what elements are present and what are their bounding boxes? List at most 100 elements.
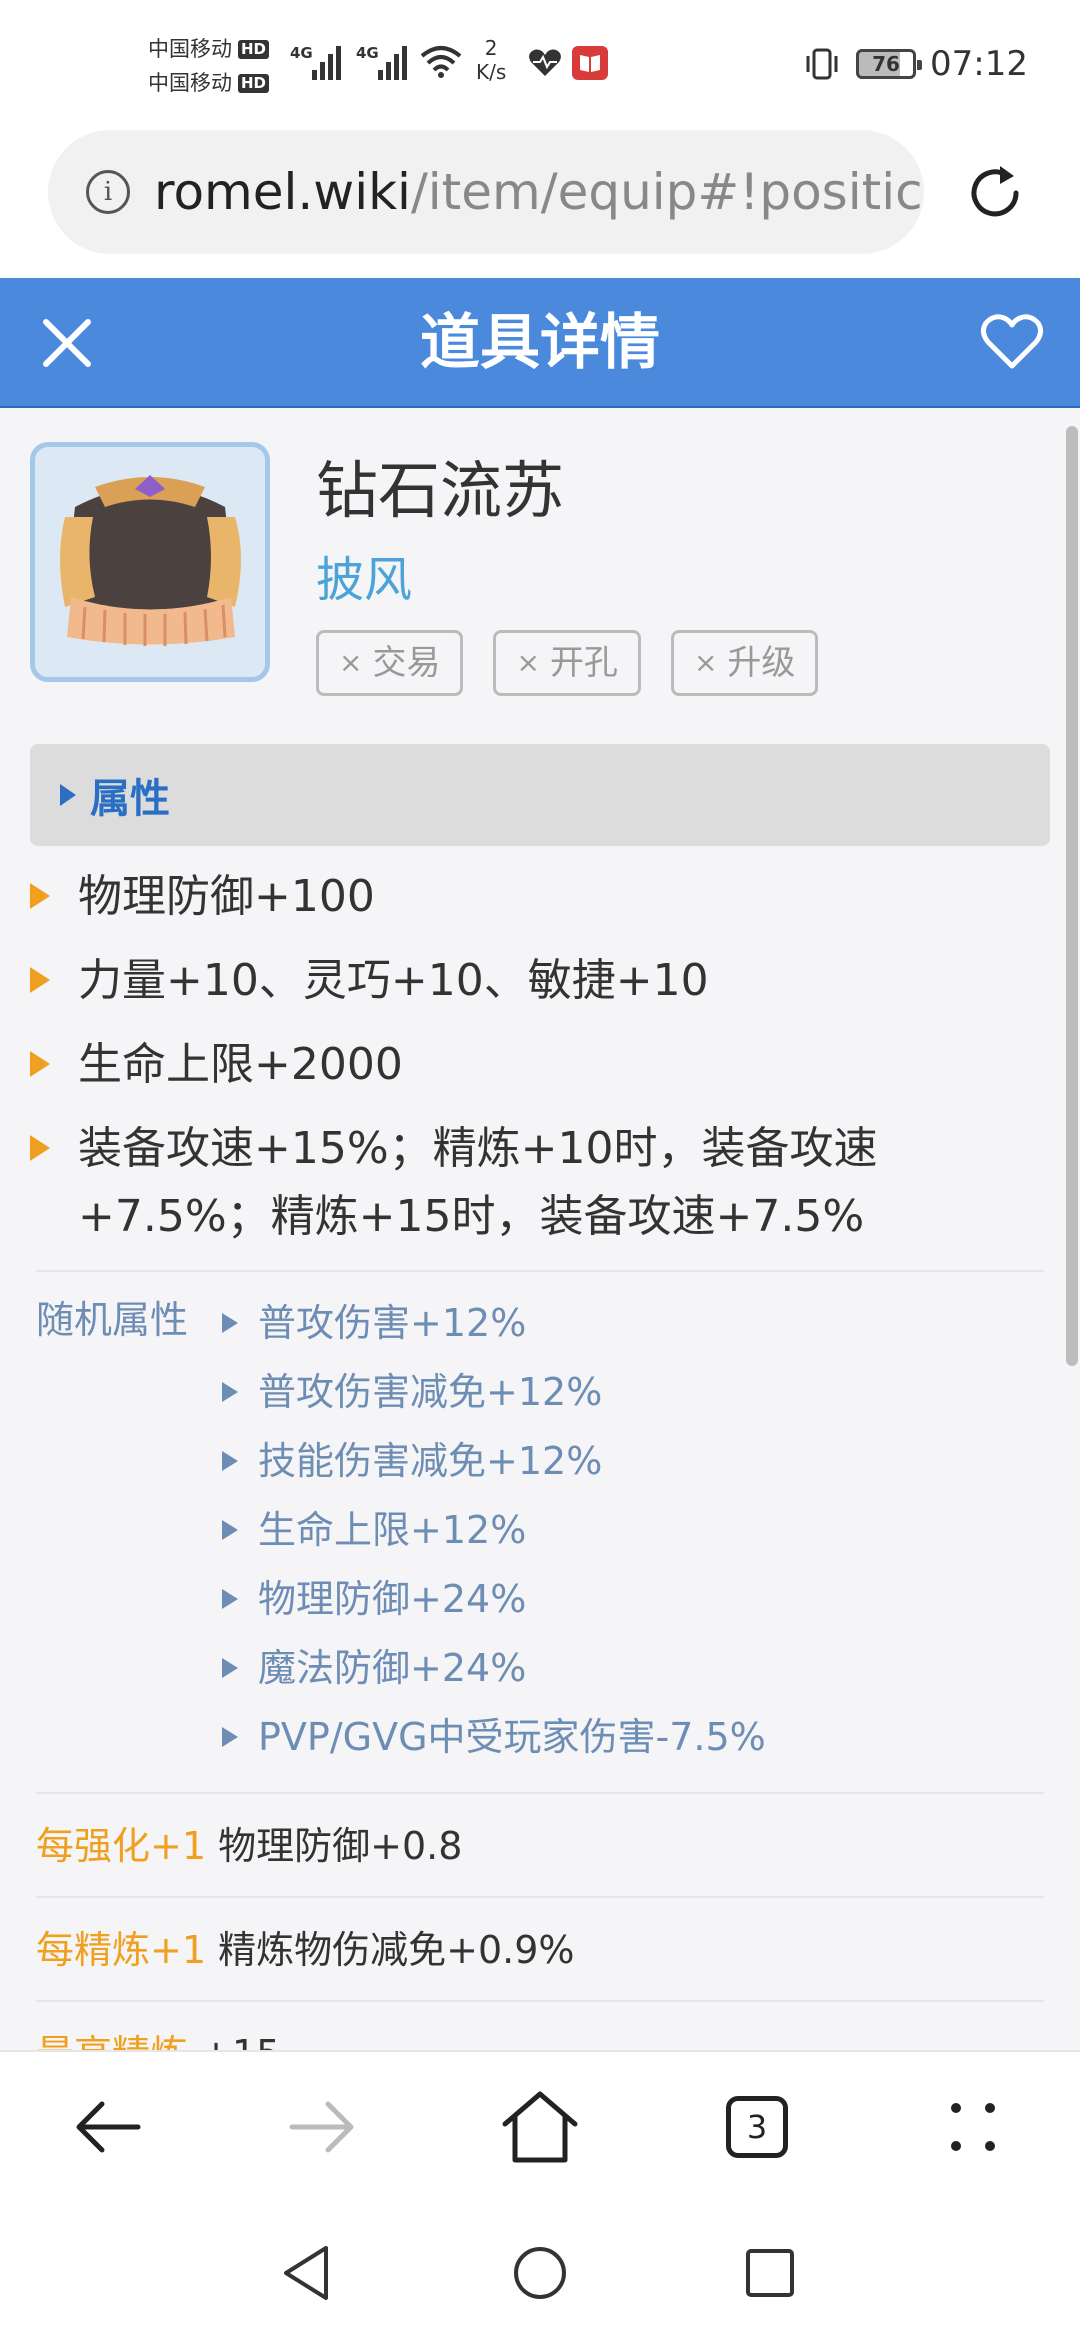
attribute-list: 物理防御+100 力量+10、灵巧+10、敏捷+10 生命上限+2000 装备攻… [30,863,1040,1267]
bullet-triangle-icon [30,1051,50,1077]
random-attribute-item: 魔法防御+24% [222,1633,766,1702]
attribute-text: 力量+10、灵巧+10、敏捷+10 [78,955,709,1006]
system-home-icon[interactable] [505,2238,575,2308]
attribute-text: 生命上限+2000 [78,1039,403,1090]
divider [36,1896,1044,1898]
max-refine-value: +15 [200,2032,280,2050]
tabs-button[interactable]: 3 [712,2082,802,2172]
status-right: 76 07:12 [802,44,1028,84]
reload-icon[interactable] [964,162,1026,224]
hd-badge: HD [238,39,270,59]
item-tags: × 交易 × 开孔 × 升级 [316,630,819,696]
battery-icon: 76 [856,49,923,79]
tag-label: 交易 [372,643,441,683]
per-refine-row: 每精炼+1 精炼物伤减免+0.9% [36,1920,575,1980]
favorite-heart-icon[interactable] [980,312,1044,372]
bullet-triangle-icon [222,1726,238,1747]
bullet-triangle-icon [222,1381,238,1402]
network-type-1: 4G [290,44,313,62]
forward-arrow-icon[interactable] [278,2082,368,2172]
random-attribute-item: PVP/GVG中受玩家伤害-7.5% [222,1702,766,1771]
address-bar[interactable]: i romel.wiki/item/equip#!positic [48,130,924,254]
section-title: 属性 [90,776,170,822]
home-icon[interactable] [495,2082,585,2172]
signal-icon [378,46,407,80]
tab-count: 3 [726,2096,788,2158]
system-back-icon[interactable] [272,2238,342,2308]
item-name: 钻石流苏 [316,454,565,527]
random-attribute-text: 物理防御+24% [258,1576,527,1621]
attribute-text: 装备攻速+15%；精炼+10时，装备攻速+7.5%；精炼+15时，装备攻速+7.… [78,1123,878,1242]
system-navigation-bar [0,2210,1080,2340]
network-speed: 2 K/s [476,36,506,84]
item-type[interactable]: 披风 [316,540,412,610]
random-attribute-list: 普攻伤害+12% 普攻伤害减免+12% 技能伤害减免+12% 生命上限+12% … [222,1288,766,1771]
random-attribute-text: 技能伤害减免+12% [258,1438,603,1483]
wifi-icon [420,46,462,78]
per-refine-key: 每精炼+1 [36,1928,207,1972]
item-image [30,442,270,682]
battery-level: 76 [872,52,900,76]
url-text[interactable]: romel.wiki/item/equip#!positic [154,163,923,221]
speed-value: 2 [484,36,498,60]
bullet-triangle-icon [30,883,50,909]
attribute-text: 物理防御+100 [78,871,375,922]
bullet-triangle-icon [222,1519,238,1540]
page-title: 道具详情 [420,308,660,378]
random-attributes-label: 随机属性 [36,1298,189,1342]
carrier-2-label: 中国移动 [148,71,232,95]
speed-unit: K/s [476,60,507,84]
random-attribute-text: PVP/GVG中受玩家伤害-7.5% [258,1714,766,1759]
carrier-1-label: 中国移动 [148,37,232,61]
system-recents-icon[interactable] [735,2238,805,2308]
status-time: 07:12 [930,44,1028,84]
per-strengthen-value: 物理防御+0.8 [218,1824,463,1868]
back-arrow-icon[interactable] [62,2082,152,2172]
bullet-triangle-icon [222,1312,238,1333]
browser-bottom-nav: 3 [0,2050,1080,2210]
cross-icon: × [339,646,363,679]
item-detail-content[interactable]: 钻石流苏 披风 × 交易 × 开孔 × 升级 属性 物理防御+100 力量+10、灵巧… [0,408,1080,2050]
divider [36,1792,1044,1794]
url-domain: romel.wiki [154,163,411,221]
cross-icon: × [516,646,540,679]
random-attribute-item: 物理防御+24% [222,1564,766,1633]
tag-label: 升级 [727,643,796,683]
max-refine-key: 最高精炼 [36,2032,188,2050]
cross-icon: × [693,646,718,679]
attribute-item: 生命上限+2000 [30,1031,1040,1099]
divider [36,2000,1044,2002]
vibrate-icon [806,48,838,80]
expand-triangle-icon [60,784,76,806]
random-attribute-text: 生命上限+12% [258,1507,527,1552]
app-header: 道具详情 [0,278,1080,408]
scrollbar[interactable] [1066,426,1078,1366]
per-strengthen-row: 每强化+1 物理防御+0.8 [36,1816,462,1876]
book-app-icon [572,46,608,80]
bullet-triangle-icon [30,967,50,993]
network-type-2: 4G [356,44,379,62]
status-bar: 中国移动 HD 中国移动 HD 4G 4G 2 K/s 76 07:12 [0,0,1080,130]
attribute-item: 物理防御+100 [30,863,1040,931]
health-heart-icon [529,49,561,76]
bullet-triangle-icon [222,1657,238,1678]
bullet-triangle-icon [222,1588,238,1609]
random-attribute-item: 普攻伤害减免+12% [222,1357,766,1426]
random-attribute-item: 生命上限+12% [222,1495,766,1564]
signal-icon [312,46,341,80]
site-info-icon[interactable]: i [86,170,130,214]
bullet-triangle-icon [222,1450,238,1471]
tag-trade: × 交易 [316,630,464,696]
attributes-section-header[interactable]: 属性 [30,744,1050,846]
tag-socket: × 开孔 [493,630,641,696]
random-attribute-text: 普攻伤害+12% [258,1300,527,1345]
per-refine-value: 精炼物伤减免+0.9% [218,1928,575,1972]
more-menu-icon[interactable] [928,2082,1018,2172]
random-attribute-text: 普攻伤害减免+12% [258,1369,603,1414]
tag-upgrade: × 升级 [670,630,819,696]
random-attribute-text: 魔法防御+24% [258,1645,527,1690]
carrier-info: 中国移动 HD 中国移动 HD [148,32,270,100]
per-strengthen-key: 每强化+1 [36,1824,207,1868]
tag-label: 开孔 [549,643,618,683]
divider [36,1270,1044,1272]
